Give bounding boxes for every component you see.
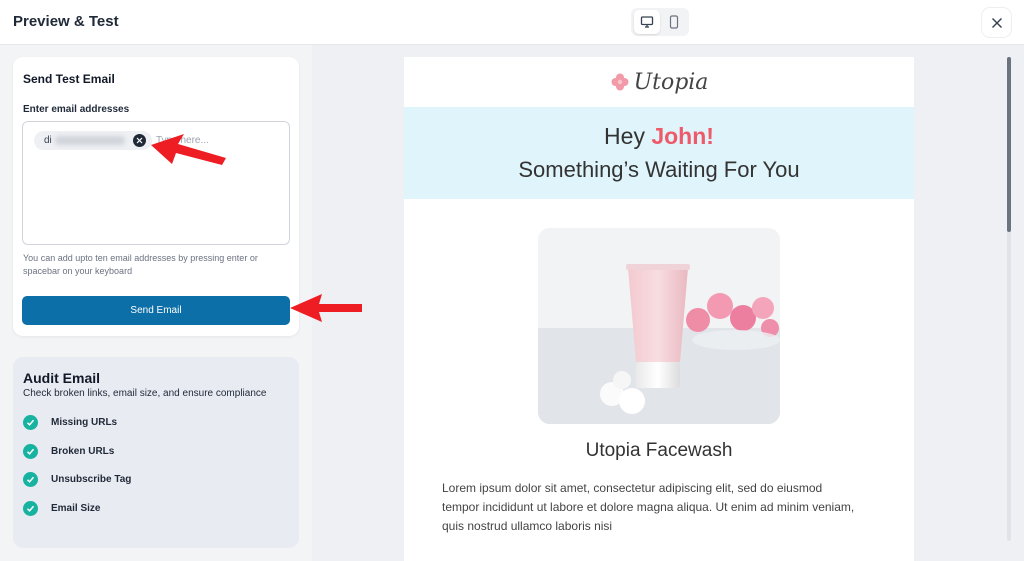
check-icon [23,501,38,516]
audit-item-label: Missing URLs [51,417,118,428]
email-body-text: Lorem ipsum dolor sit amet, consectetur … [442,481,855,533]
product-photo [538,228,780,424]
audit-subtitle: Check broken links, email size, and ensu… [23,388,267,399]
headline: Something’s Waiting For You [518,157,800,182]
preview-scrollbar[interactable] [1007,57,1011,541]
check-icon [23,444,38,459]
page-title: Preview & Test [13,13,119,30]
close-button[interactable] [982,8,1011,37]
email-chip-text: di [44,135,52,146]
logo-text: Utopia [633,69,709,95]
email-logo: Utopia [404,57,914,107]
top-bar: Preview & Test [0,0,1024,45]
smartphone-icon [669,15,679,29]
check-icon [23,415,38,430]
left-panel: Send Test Email Enter email addresses di… [0,45,312,561]
email-preview: Utopia Hey John! Something’s Waiting For… [404,57,914,561]
email-chip: di [34,131,152,150]
greeting-name: John! [651,123,714,149]
audit-email-card: Audit Email Check broken links, email si… [13,357,299,548]
audit-item-label: Broken URLs [51,446,115,457]
annotation-arrow-icon [151,134,226,165]
flower-icon [611,73,629,91]
send-email-button[interactable]: Send Email [22,296,290,325]
product-name: Utopia Facewash [585,440,733,461]
help-text: You can add upto ten email addresses by … [23,253,258,276]
greeting-banner: Hey John! Something’s Waiting For You [404,107,914,199]
device-toggle [631,8,689,36]
check-icon [23,472,38,487]
product-image [538,228,780,424]
desktop-view-button[interactable] [634,10,660,34]
close-icon [991,17,1002,28]
audit-item-label: Unsubscribe Tag [51,474,132,485]
mobile-view-button[interactable] [661,10,687,34]
greeting-prefix: Hey [604,123,652,149]
email-field-label: Enter email addresses [23,104,130,115]
send-test-card: Send Test Email Enter email addresses di… [13,57,299,336]
monitor-icon [640,16,654,28]
greeting-line: Hey John! [404,123,914,150]
audit-item-label: Email Size [51,503,101,514]
email-preview-area[interactable]: Utopia Hey John! Something’s Waiting For… [312,45,1024,561]
email-chip-redaction [55,136,125,145]
close-icon [136,137,143,144]
send-test-title: Send Test Email [23,72,115,86]
audit-title: Audit Email [23,370,101,386]
scrollbar-thumb[interactable] [1007,57,1011,232]
remove-email-button[interactable] [133,134,146,147]
annotation-arrow-icon [290,294,362,322]
